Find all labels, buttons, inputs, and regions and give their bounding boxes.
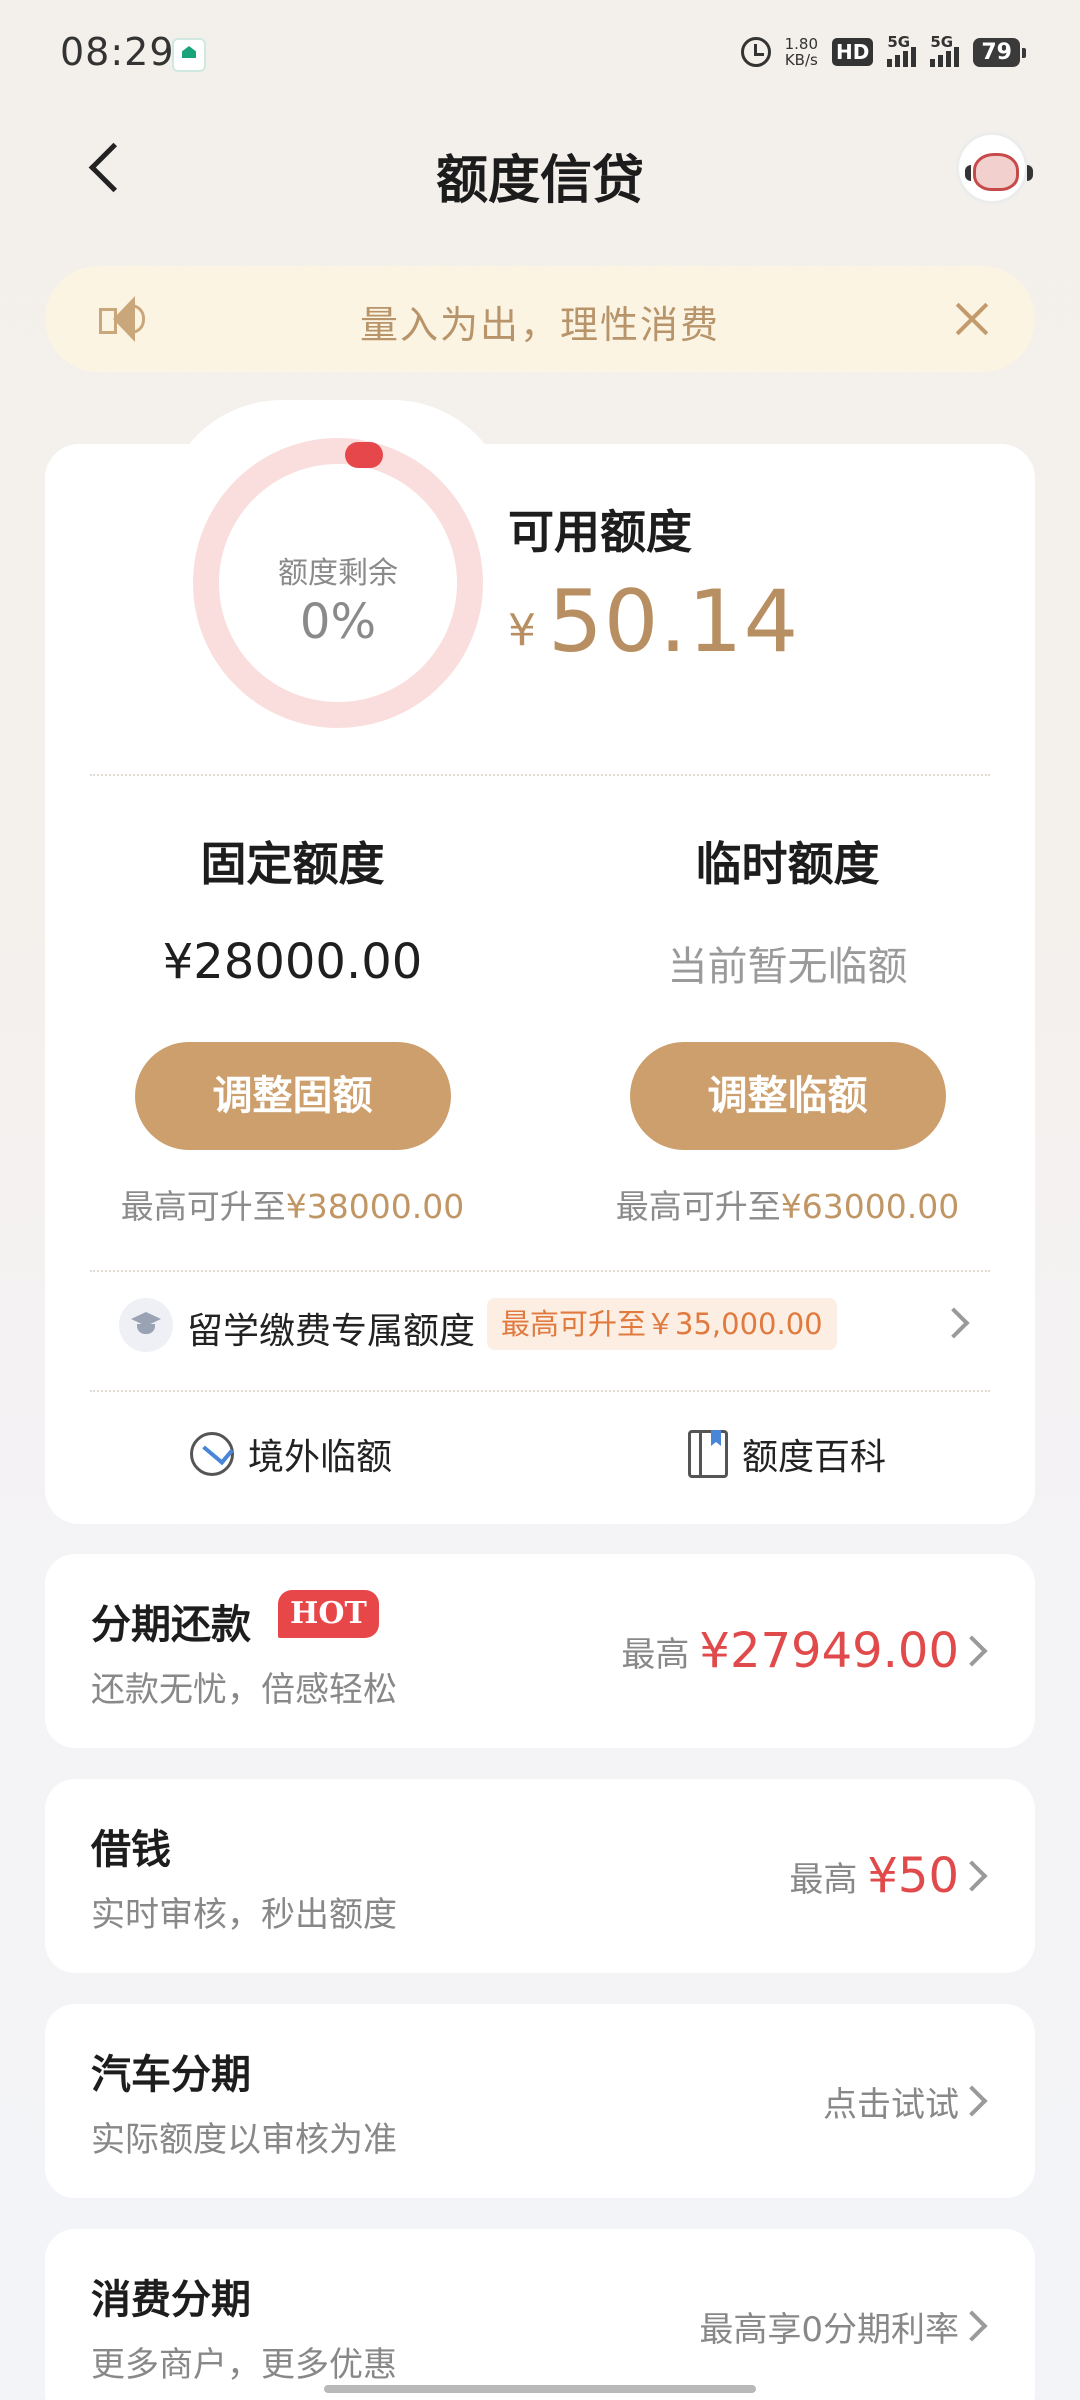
gauge-value: 0% [299,594,377,650]
adjust-fixed-quota-button[interactable]: 调整固额 [134,1042,451,1150]
divider [90,774,990,776]
divider [90,1390,990,1392]
status-bar: 08:29 1.80 KB/s HD 5G 5G 79 [0,0,1080,100]
product-subtitle: 实时审核，秒出额度 [91,1895,397,1935]
available-quota-amount: ¥50.14 [508,572,799,672]
product-hint: 点击试试 [823,2004,959,2198]
graduation-cap-icon [119,1298,173,1352]
available-quota-label: 可用额度 [508,505,692,559]
alarm-icon [740,37,771,67]
chevron-right-icon [938,1307,970,1339]
fixed-note-prefix: 最高可升至 [120,1187,286,1226]
book-icon [688,1430,728,1478]
battery-icon: 79 [973,37,1026,67]
consumer-installment-card[interactable]: 消费分期 更多商户，更多优惠 最高享0分期利率 [45,2229,1035,2400]
chevron-right-icon [956,2310,988,2342]
temp-quota-note: 最高可升至¥63000.00 [540,1180,1035,1228]
installment-repayment-card[interactable]: 分期还款 HOT 还款无忧，倍感轻松 最高 ¥27949.00 [45,1554,1035,1748]
temp-quota-title: 临时额度 [695,837,880,891]
borrow-money-card[interactable]: 借钱 实时审核，秒出额度 最高 ¥50 [45,1779,1035,1973]
product-subtitle: 实际额度以审核为准 [91,2120,397,2160]
notice-banner: 量入为出，理性消费 [45,266,1035,372]
amount-prefix: 最高 [789,1859,858,1900]
temp-quota-section: 临时额度 当前暂无临额 调整临额 最高可升至¥63000.00 [540,828,1035,1228]
signal-icon-2: 5G [930,33,960,67]
product-subtitle: 还款无忧，倍感轻松 [91,1670,397,1710]
page-title: 额度信贷 [435,151,644,211]
fixed-note-amount: ¥38000.00 [285,1187,465,1226]
study-quota-badge: 最高可升至￥35,000.00 [487,1298,837,1350]
product-name: 汽车分期 [91,2052,251,2098]
quota-wiki-link[interactable]: 额度百科 [688,1419,886,1489]
status-time: 08:29 [60,30,175,74]
signal-label-2: 5G [930,33,954,51]
product-amount: 最高 ¥50 [789,1779,959,1973]
car-installment-card[interactable]: 汽车分期 实际额度以审核为准 点击试试 [45,2004,1035,2198]
chevron-right-icon [956,1860,988,1892]
app-notification-icon [172,38,206,72]
product-subtitle: 更多商户，更多优惠 [91,2345,397,2385]
quota-wiki-label: 额度百科 [742,1437,887,1478]
study-quota-label: 留学缴费专属额度 [187,1311,476,1352]
product-name: 借钱 [91,1827,171,1873]
home-indicator[interactable] [324,2385,756,2393]
gauge-label: 额度剩余 [278,556,398,591]
product-amount: 最高 ¥27949.00 [621,1554,959,1748]
amount-value: ¥50 [867,1848,959,1904]
customer-service-icon[interactable] [956,132,1033,204]
temp-quota-value: 当前暂无临额 [667,944,908,990]
quota-card: 额度剩余 0% 可用额度 ¥50.14 固定额度 ¥28000.00 调整固额 … [45,400,1035,1524]
fixed-quota-section: 固定额度 ¥28000.00 调整固额 最高可升至¥38000.00 [45,828,540,1228]
amount-value: ¥27949.00 [699,1623,959,1679]
overseas-temp-quota-label: 境外临额 [248,1437,393,1478]
gauge-indicator [345,442,383,468]
network-speed-unit: KB/s [784,51,818,69]
notice-text: 量入为出，理性消费 [359,303,720,347]
study-abroad-quota-row[interactable]: 留学缴费专属额度 最高可升至￥35,000.00 [45,1284,1035,1364]
temp-note-amount: ¥63000.00 [780,1187,960,1226]
product-name: 分期还款 [91,1602,251,1648]
chevron-right-icon [956,1635,988,1667]
fixed-quota-value: ¥28000.00 [162,934,423,990]
amount-prefix: 最高 [621,1634,690,1675]
product-hint: 最高享0分期利率 [699,2229,959,2400]
status-indicators: 1.80 KB/s HD 5G 5G 79 [740,30,1026,74]
fixed-quota-note: 最高可升至¥38000.00 [45,1180,540,1228]
hot-badge: HOT [278,1590,379,1638]
network-speed: 1.80 KB/s [785,36,818,68]
hd-icon: HD [832,38,874,66]
fixed-quota-title: 固定额度 [200,837,385,891]
product-hint-text: 最高享0分期利率 [699,2309,959,2350]
available-amount-value: 50.14 [548,572,800,672]
divider [90,1270,990,1272]
signal-label: 5G [887,33,911,51]
currency-symbol: ¥ [508,605,536,656]
overseas-temp-quota-link[interactable]: 境外临额 [190,1419,392,1489]
product-name: 消费分期 [91,2277,251,2323]
product-hint-text: 点击试试 [823,2084,959,2125]
temp-note-prefix: 最高可升至 [615,1187,781,1226]
adjust-temp-quota-button[interactable]: 调整临额 [629,1042,946,1150]
signal-icon: 5G [887,33,917,67]
close-icon[interactable] [947,294,997,344]
chevron-right-icon [956,2085,988,2117]
plane-globe-icon [190,1432,234,1476]
header: 额度信贷 [0,110,1080,230]
remaining-quota-gauge: 额度剩余 0% [193,438,483,728]
